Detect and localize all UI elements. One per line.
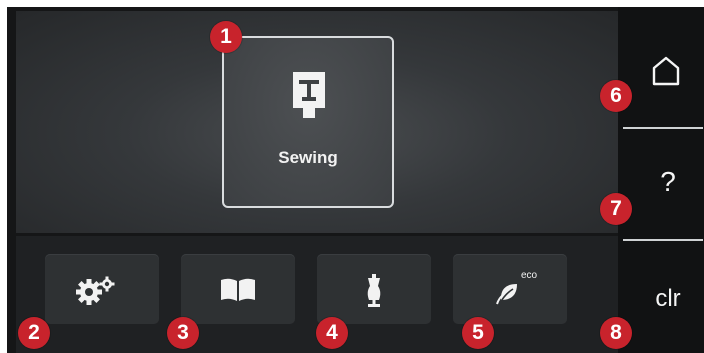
book-tutorial-icon (221, 278, 255, 301)
clear-button[interactable]: clr (640, 271, 696, 321)
callout-marker-4: 4 (316, 317, 348, 349)
home-button[interactable] (640, 48, 696, 98)
tutorial-button[interactable] (181, 254, 295, 324)
callout-marker-8: 8 (600, 317, 632, 349)
settings-gears-icon (76, 276, 115, 305)
callout-marker-2: 2 (18, 317, 50, 349)
side-divider-1 (623, 127, 703, 129)
dress-form-icon (367, 274, 381, 307)
help-label: ? (660, 166, 676, 197)
sewing-tile-button[interactable]: Sewing (222, 36, 394, 208)
sewing-label: Sewing (278, 148, 338, 167)
clear-label: clr (655, 285, 681, 312)
settings-button[interactable] (45, 254, 159, 324)
home-icon (652, 56, 680, 86)
callout-marker-3: 3 (167, 317, 199, 349)
eco-leaf-icon: eco (496, 270, 538, 305)
eco-mode-button[interactable]: eco (453, 254, 567, 324)
callout-marker-1: 1 (210, 21, 242, 53)
side-divider-2 (623, 239, 703, 241)
eco-icon-text: eco (521, 270, 538, 281)
creative-consultant-button[interactable] (317, 254, 431, 324)
help-button[interactable]: ? (640, 162, 696, 212)
callout-marker-7: 7 (600, 193, 632, 225)
presser-foot-icon (293, 72, 325, 118)
callout-marker-5: 5 (462, 317, 494, 349)
callout-marker-6: 6 (600, 80, 632, 112)
